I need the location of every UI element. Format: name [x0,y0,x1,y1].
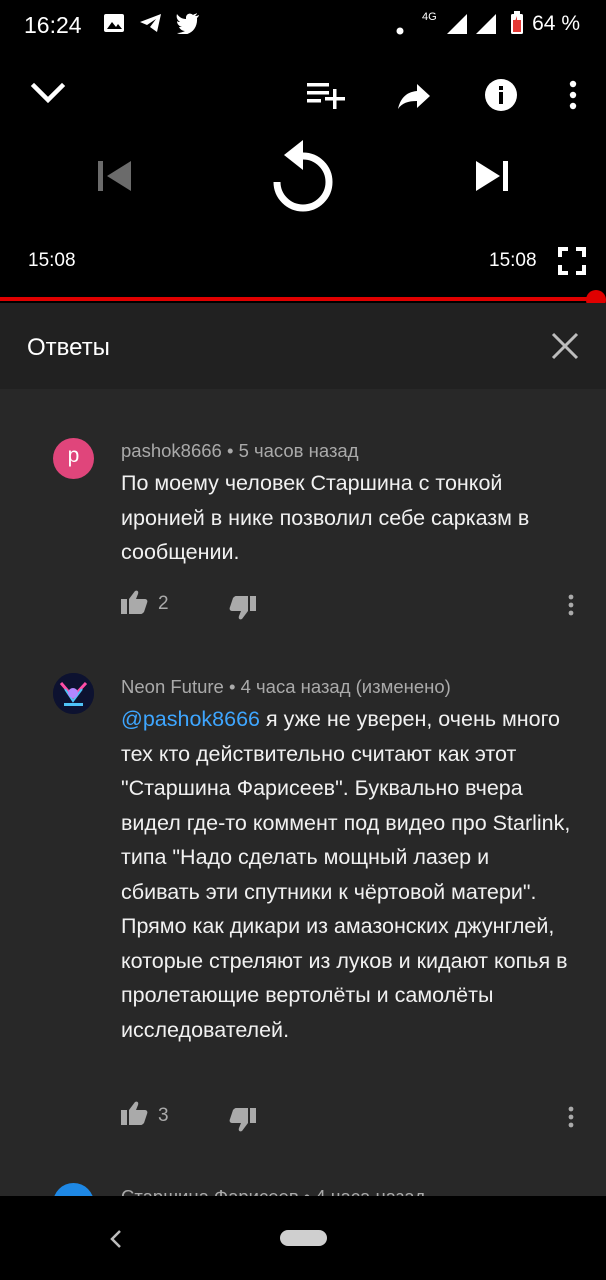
comment-author[interactable]: Neon Future [121,676,224,697]
like-icon[interactable] [121,1101,148,1130]
comment-time: 4 часа назад (изменено) [240,676,451,697]
avatar[interactable]: p [53,438,94,479]
comment-text: @pashok8666 я уже не уверен, очень много… [121,702,571,1047]
replay-icon[interactable] [268,136,338,221]
status-time: 16:24 [24,12,82,38]
replies-panel: Ответы p pashok8666 • 5 часов назад По м… [0,303,606,1196]
comment-author[interactable]: Старшина Фарисеев [121,1186,299,1196]
meta-separator: • [226,440,239,461]
user-mention[interactable]: @pashok8666 [121,707,260,731]
like-icon[interactable] [121,590,148,619]
share-icon[interactable] [397,82,431,115]
battery-percent: 64 % [532,12,580,35]
avatar-letter: p [67,444,80,467]
comment-text: По моему человек Старшина с тонкой ирони… [121,471,530,564]
meta-separator: • [304,1186,316,1196]
network-type: 4G [422,11,437,23]
progress-bar[interactable] [0,297,596,301]
comment-meta: Старшина Фарисеев • 4 часа назад [121,1186,425,1196]
twitter-icon [176,12,200,39]
status-bar: 16:24 4G 64 % [0,0,606,52]
comment-author[interactable]: pashok8666 [121,440,222,461]
avatar[interactable] [53,673,94,714]
dislike-icon[interactable] [229,596,256,625]
comment-body: я уже не уверен, очень много тех кто дей… [121,707,571,1042]
home-pill[interactable] [280,1230,327,1246]
system-nav-bar [0,1196,606,1280]
meta-separator: • [228,676,241,697]
more-options-icon[interactable] [568,80,578,115]
back-chevron-icon[interactable] [108,1229,124,1254]
next-icon[interactable] [474,159,510,198]
battery-icon [510,11,524,40]
avatar[interactable] [53,1183,94,1196]
comment-time: 5 часов назад [238,440,359,461]
info-icon[interactable] [484,78,518,117]
like-count: 3 [158,1105,169,1126]
previous-icon[interactable] [97,159,133,198]
comment-time: 4 часа назад [315,1186,425,1196]
comment-meta: pashok8666 • 5 часов назад [121,440,359,462]
comment-more-icon[interactable] [567,1106,575,1133]
signal-2-icon [476,12,498,39]
comment-more-icon[interactable] [567,594,575,621]
minimize-chevron-icon[interactable] [30,80,66,111]
signal-icon [447,12,469,39]
gallery-icon [103,12,125,39]
notification-dot-icon [396,22,404,40]
duration: 15:08 [489,250,537,271]
panel-title: Ответы [27,334,110,361]
video-player[interactable]: 15:08 15:08 [0,52,606,302]
telegram-icon [139,12,163,39]
replies-header: Ответы [0,303,606,389]
current-time: 15:08 [28,250,76,271]
dislike-icon[interactable] [229,1108,256,1137]
add-to-playlist-icon[interactable] [307,81,345,114]
like-count: 2 [158,593,169,614]
fullscreen-icon[interactable] [558,247,586,280]
neon-future-logo-icon [53,673,94,714]
close-icon[interactable] [550,331,580,366]
comment-meta: Neon Future • 4 часа назад (изменено) [121,676,451,698]
